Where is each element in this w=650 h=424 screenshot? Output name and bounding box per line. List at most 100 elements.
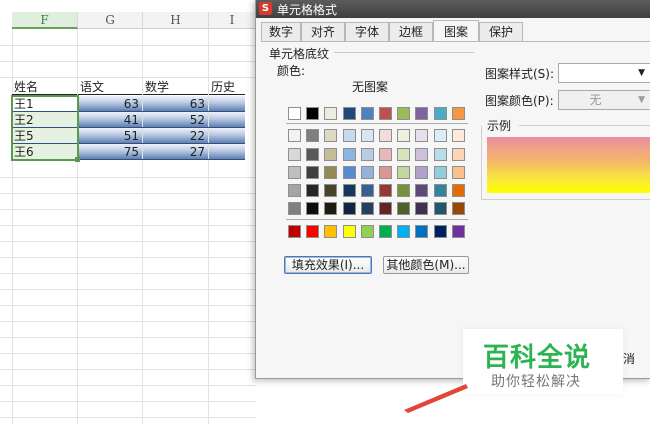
table-cell-math[interactable]: 63 <box>143 96 208 112</box>
color-swatch[interactable] <box>306 184 320 197</box>
color-swatch[interactable] <box>360 148 374 161</box>
color-swatch[interactable] <box>379 225 392 238</box>
color-swatch[interactable] <box>397 107 411 120</box>
column-header-h[interactable]: H <box>143 12 209 29</box>
table-header-chinese[interactable]: 语文 <box>78 79 142 95</box>
color-swatch[interactable] <box>379 166 392 179</box>
color-swatch[interactable] <box>379 202 392 215</box>
color-swatch[interactable] <box>342 148 356 161</box>
color-swatch[interactable] <box>451 184 465 197</box>
color-swatch[interactable] <box>360 202 374 215</box>
color-swatch[interactable] <box>451 107 465 120</box>
color-swatch[interactable] <box>433 202 447 215</box>
color-swatch[interactable] <box>433 129 447 142</box>
table-cell-math[interactable]: 52 <box>143 112 208 128</box>
color-swatch[interactable] <box>360 184 374 197</box>
table-cell-chinese[interactable]: 63 <box>78 96 142 112</box>
column-header-f[interactable]: F <box>12 12 78 29</box>
color-swatch[interactable] <box>324 225 338 238</box>
color-swatch[interactable] <box>397 148 411 161</box>
fill-effects-button[interactable]: 填充效果(I)... <box>284 256 372 274</box>
color-swatch[interactable] <box>360 166 374 179</box>
color-swatch[interactable] <box>415 107 429 120</box>
table-cell-math[interactable]: 22 <box>143 128 208 144</box>
color-swatch[interactable] <box>451 225 465 238</box>
tab-alignment[interactable]: 对齐 <box>301 22 345 41</box>
pattern-color-select[interactable]: 无 ▼ <box>558 90 650 110</box>
color-swatch[interactable] <box>415 184 429 197</box>
table-header-math[interactable]: 数学 <box>143 79 208 95</box>
color-swatch[interactable] <box>433 166 447 179</box>
color-swatch[interactable] <box>415 225 429 238</box>
color-swatch[interactable] <box>306 148 320 161</box>
more-colors-button[interactable]: 其他颜色(M)... <box>383 256 469 274</box>
color-swatch[interactable] <box>324 107 338 120</box>
color-swatch[interactable] <box>324 184 338 197</box>
color-swatch[interactable] <box>397 184 411 197</box>
color-swatch[interactable] <box>360 129 374 142</box>
color-swatch[interactable] <box>306 129 320 142</box>
table-cell-chinese[interactable]: 51 <box>78 128 142 144</box>
color-swatch[interactable] <box>324 129 338 142</box>
color-swatch[interactable] <box>433 148 447 161</box>
color-swatch[interactable] <box>324 166 338 179</box>
color-swatch[interactable] <box>451 129 465 142</box>
color-swatch[interactable] <box>451 166 465 179</box>
color-swatch[interactable] <box>342 202 356 215</box>
color-swatch[interactable] <box>397 166 411 179</box>
color-swatch[interactable] <box>433 107 447 120</box>
no-fill-option[interactable]: 无图案 <box>290 79 450 95</box>
table-cell-name[interactable]: 王6 <box>12 144 77 160</box>
color-swatch[interactable] <box>306 166 320 179</box>
table-cell-name[interactable]: 王5 <box>12 128 77 144</box>
color-swatch[interactable] <box>433 184 447 197</box>
color-swatch[interactable] <box>451 202 465 215</box>
color-swatch[interactable] <box>397 225 411 238</box>
color-swatch[interactable] <box>324 202 338 215</box>
color-swatch[interactable] <box>288 129 301 142</box>
tab-font[interactable]: 字体 <box>345 22 389 41</box>
color-swatch[interactable] <box>379 148 392 161</box>
pattern-style-select[interactable]: ▼ <box>558 63 650 83</box>
color-swatch[interactable] <box>433 225 447 238</box>
color-swatch[interactable] <box>397 129 411 142</box>
tab-border[interactable]: 边框 <box>389 22 433 41</box>
color-swatch[interactable] <box>288 202 301 215</box>
color-swatch[interactable] <box>342 129 356 142</box>
tab-protection[interactable]: 保护 <box>479 22 523 41</box>
table-cell-history[interactable] <box>209 128 245 144</box>
tab-patterns[interactable]: 图案 <box>433 20 479 42</box>
color-swatch[interactable] <box>342 166 356 179</box>
table-cell-name[interactable]: 王2 <box>12 112 77 128</box>
color-swatch[interactable] <box>288 225 301 238</box>
table-cell-chinese[interactable]: 41 <box>78 112 142 128</box>
column-header-i[interactable]: I <box>209 12 256 29</box>
tab-number[interactable]: 数字 <box>261 22 301 41</box>
color-swatch[interactable] <box>306 225 320 238</box>
color-swatch[interactable] <box>379 184 392 197</box>
dialog-titlebar[interactable]: S 单元格格式 <box>256 0 650 18</box>
color-swatch[interactable] <box>360 225 374 238</box>
column-header-g[interactable]: G <box>78 12 143 29</box>
color-swatch[interactable] <box>342 184 356 197</box>
color-swatch[interactable] <box>415 202 429 215</box>
color-swatch[interactable] <box>360 107 374 120</box>
fill-handle[interactable] <box>75 157 80 162</box>
color-swatch[interactable] <box>288 166 301 179</box>
color-swatch[interactable] <box>415 129 429 142</box>
color-swatch[interactable] <box>415 148 429 161</box>
color-swatch[interactable] <box>324 148 338 161</box>
color-swatch[interactable] <box>379 129 392 142</box>
color-swatch[interactable] <box>397 202 411 215</box>
color-swatch[interactable] <box>451 148 465 161</box>
table-cell-history[interactable] <box>209 112 245 128</box>
color-swatch[interactable] <box>342 225 356 238</box>
table-cell-chinese[interactable]: 75 <box>78 144 142 160</box>
table-header-name[interactable]: 姓名 <box>12 79 77 95</box>
color-swatch[interactable] <box>288 184 301 197</box>
table-cell-math[interactable]: 27 <box>143 144 208 160</box>
color-swatch[interactable] <box>342 107 356 120</box>
table-cell-history[interactable] <box>209 144 245 160</box>
table-cell-name[interactable]: 王1 <box>12 96 77 112</box>
table-header-history[interactable]: 历史 <box>209 79 245 95</box>
